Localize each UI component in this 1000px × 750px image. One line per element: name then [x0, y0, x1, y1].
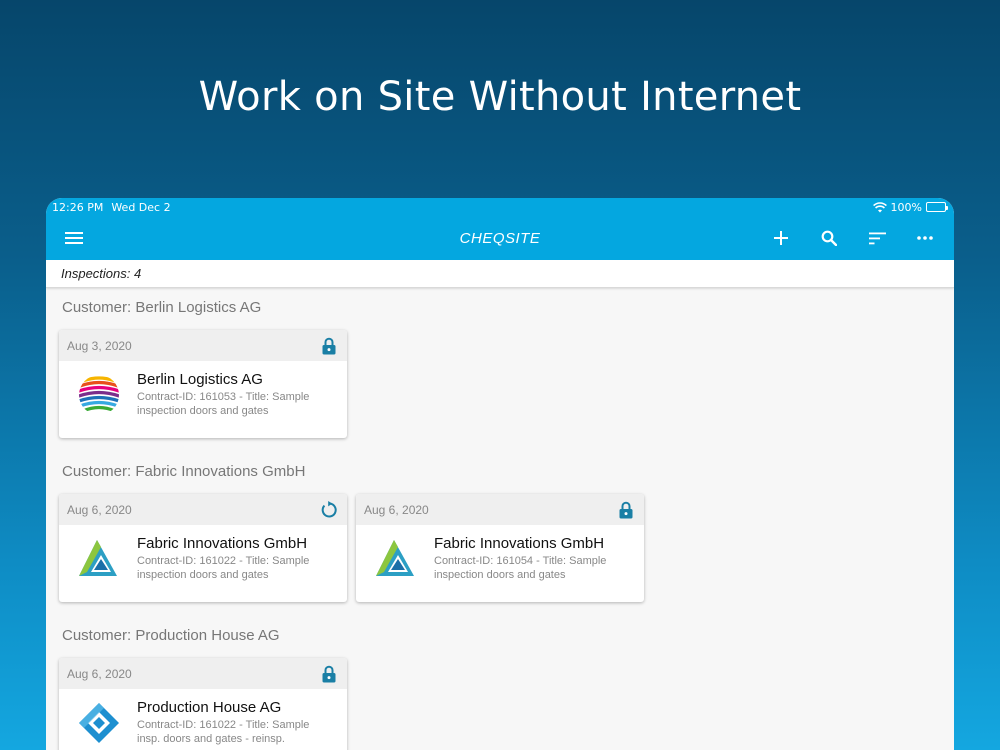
inspection-card[interactable]: Aug 3, 2020 Berlin Logistics AG Contract… — [59, 330, 347, 438]
card-header: Aug 6, 2020 — [356, 494, 644, 525]
card-body: Fabric Innovations GmbH Contract-ID: 161… — [356, 525, 644, 582]
menu-button[interactable] — [50, 216, 98, 260]
fabric-innovations-logo — [374, 537, 418, 581]
headline: Work on Site Without Internet — [198, 74, 802, 120]
status-time: 12:26 PM — [52, 200, 104, 214]
app-bar: CHEQSITE — [46, 216, 954, 260]
berlin-logistics-logo — [77, 373, 121, 417]
card-description-line1: Contract-ID: 161053 - Title: Sample — [137, 391, 310, 403]
battery-icon — [926, 202, 948, 212]
card-description-line2: inspection doors and gates — [137, 569, 269, 581]
sort-button[interactable] — [853, 216, 901, 260]
search-icon — [821, 230, 837, 246]
fabric-innovations-logo — [77, 537, 121, 581]
search-button[interactable] — [805, 216, 853, 260]
tablet-screen: 12:26 PM Wed Dec 2 100% CHEQSITE Inspect… — [46, 198, 954, 750]
lock-icon — [319, 664, 339, 684]
inspection-card[interactable]: Aug 6, 2020 Fabric Innovations GmbH Cont… — [59, 494, 347, 602]
card-description-line1: Contract-ID: 161022 - Title: Sample — [137, 555, 310, 567]
customer-group-cards: Aug 3, 2020 Berlin Logistics AG Contract… — [58, 322, 942, 452]
card-description-line1: Contract-ID: 161054 - Title: Sample — [434, 555, 607, 567]
card-customer-name: Production House AG — [137, 699, 282, 716]
card-customer-name: Fabric Innovations GmbH — [137, 535, 308, 552]
sort-icon — [868, 232, 886, 244]
card-description-line2: inspection doors and gates — [137, 405, 269, 417]
battery-percent: 100% — [890, 200, 922, 214]
add-button[interactable] — [757, 216, 805, 260]
inspections-count: Inspections: 4 — [46, 260, 954, 288]
hamburger-icon — [65, 232, 83, 244]
status-date: Wed Dec 2 — [111, 200, 171, 214]
lock-icon — [319, 336, 339, 356]
production-house-logo — [77, 701, 121, 745]
status-bar: 12:26 PM Wed Dec 2 100% — [46, 198, 954, 216]
inspection-date: Aug 3, 2020 — [67, 338, 132, 353]
card-body: Production House AG Contract-ID: 161022 … — [59, 689, 347, 746]
card-body: Fabric Innovations GmbH Contract-ID: 161… — [59, 525, 347, 582]
card-customer-name: Fabric Innovations GmbH — [434, 535, 605, 552]
card-description-line2: inspection doors and gates — [434, 569, 566, 581]
wifi-icon — [872, 201, 887, 212]
more-button[interactable] — [901, 216, 949, 260]
card-description-line2: insp. doors and gates - reinsp. — [137, 733, 285, 745]
card-header: Aug 6, 2020 — [59, 658, 347, 689]
inspection-date: Aug 6, 2020 — [364, 502, 429, 517]
card-header: Aug 6, 2020 — [59, 494, 347, 525]
customer-group-title: Customer: Fabric Innovations GmbH — [62, 463, 306, 480]
card-body: Berlin Logistics AG Contract-ID: 161053 … — [59, 361, 347, 418]
inspection-card[interactable]: Aug 6, 2020 Production House AG Contract… — [59, 658, 347, 750]
customer-group-cards: Aug 6, 2020 Fabric Innovations GmbH Cont… — [58, 486, 942, 616]
inspection-date: Aug 6, 2020 — [67, 666, 132, 681]
card-description-line1: Contract-ID: 161022 - Title: Sample — [137, 719, 310, 731]
more-horizontal-icon — [917, 236, 933, 240]
customer-group-title: Customer: Berlin Logistics AG — [62, 299, 262, 316]
inspection-date: Aug 6, 2020 — [67, 502, 132, 517]
card-customer-name: Berlin Logistics AG — [137, 371, 263, 388]
inspection-list: Customer: Berlin Logistics AG Aug 3, 202… — [46, 288, 954, 750]
card-header: Aug 3, 2020 — [59, 330, 347, 361]
lock-icon — [616, 500, 636, 520]
inspection-card[interactable]: Aug 6, 2020 Fabric Innovations GmbH Cont… — [356, 494, 644, 602]
customer-group-cards: Aug 6, 2020 Production House AG Contract… — [58, 650, 942, 750]
sync-icon — [319, 500, 339, 520]
plus-icon — [774, 231, 788, 245]
customer-group-title: Customer: Production House AG — [62, 627, 280, 644]
